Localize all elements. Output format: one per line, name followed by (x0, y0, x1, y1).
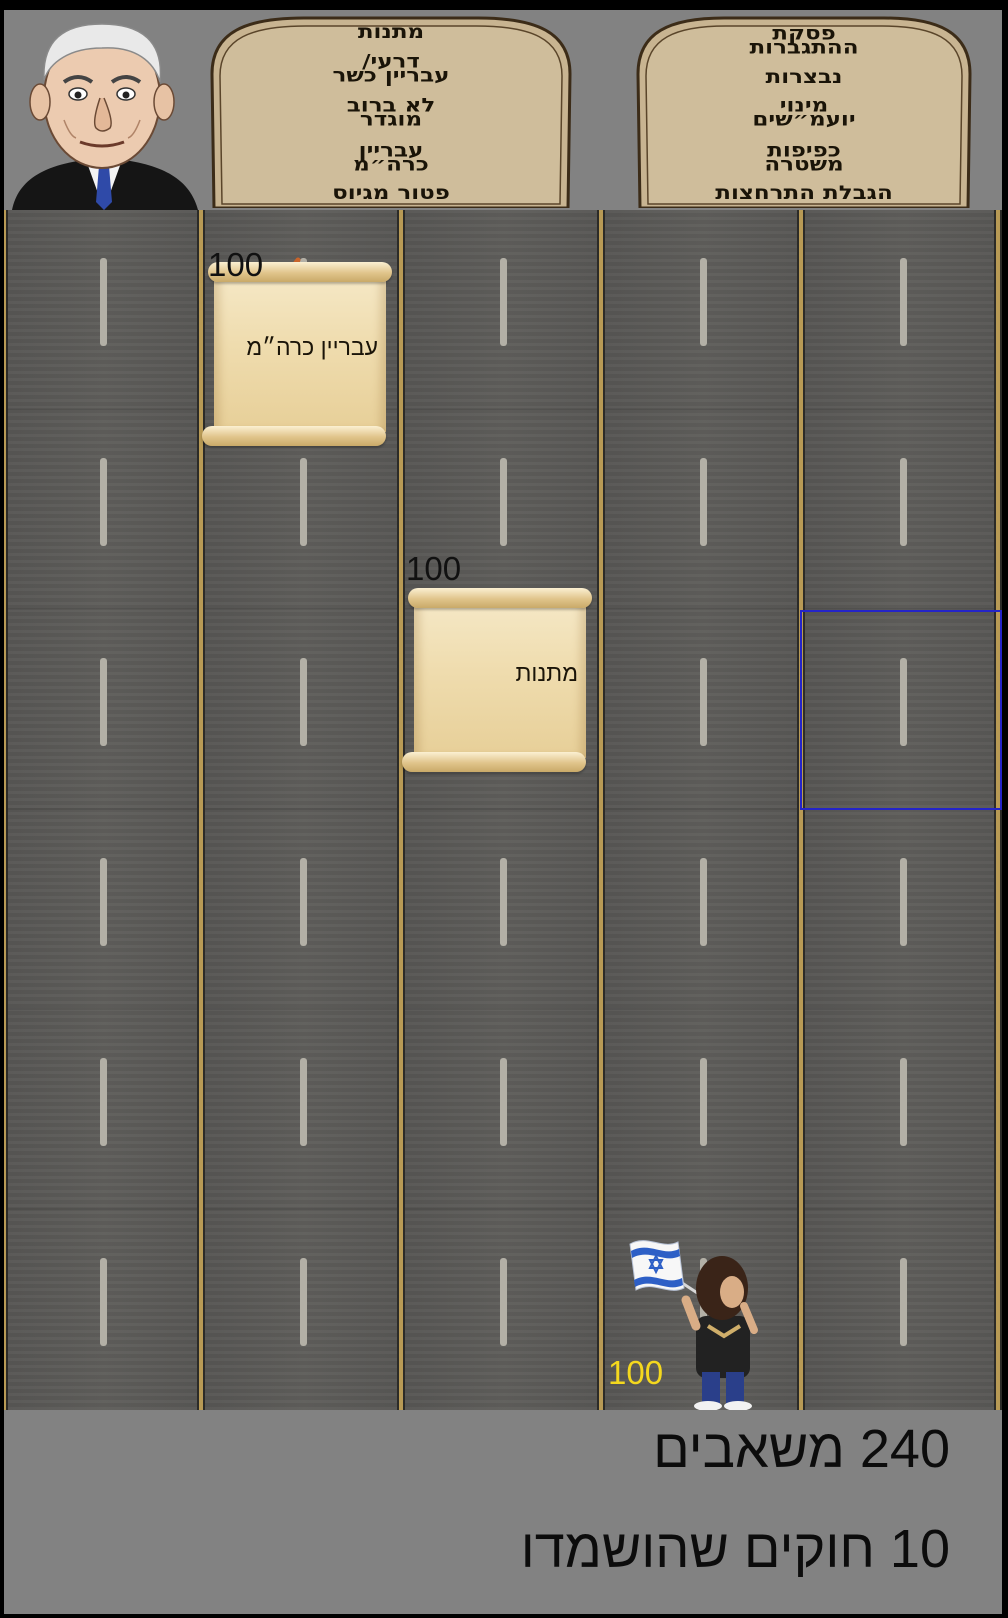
lane-dash (100, 458, 107, 546)
tablet-law: כפיפות משטרה (764, 139, 844, 175)
lane-divider (397, 210, 405, 1410)
lane-dash (900, 258, 907, 346)
law-scroll-enemy[interactable]: מתנות 100 (402, 550, 592, 772)
selected-tile[interactable] (800, 610, 1002, 810)
tablet-law: פטור מגיוס (332, 182, 450, 204)
lane-dash (900, 1258, 907, 1346)
lane-divider (4, 210, 8, 1410)
law-scroll-enemy[interactable]: עבריין כרה״מ 100 (202, 246, 392, 446)
lane-divider (994, 210, 1002, 1410)
lane-dash (300, 858, 307, 946)
lane-3[interactable] (404, 210, 604, 1410)
tablet-law: הגבלת התרחצות (715, 182, 893, 204)
player-hp: 100 (608, 1354, 664, 1391)
lane-dash (500, 458, 507, 546)
tablet-law: מינוי יועמ״שים (752, 94, 856, 131)
laws-tablet: מתנות דרעי/ עבריין כשר לא ברוב מוגדר עבר… (208, 14, 574, 208)
enemy-hp: 100 (406, 550, 462, 587)
lane-dash (900, 1058, 907, 1146)
laws-destroyed-counter: 10 חוקים שהושמדו (520, 1519, 950, 1579)
lane-dash (300, 1058, 307, 1146)
scroll-bottom-rod (202, 426, 386, 446)
lane-dash (100, 1058, 107, 1146)
status-panel: 240 משאבים 10 חוקים שהושמדו (4, 1410, 1002, 1614)
prime-minister-portrait (4, 10, 204, 210)
row-seam (4, 1008, 1002, 1010)
lane-dash (100, 1258, 107, 1346)
enemy-hp: 100 (208, 246, 264, 283)
lane-dash (100, 658, 107, 746)
lane-5[interactable] (804, 210, 1002, 1410)
tablet-law: נבצרות (765, 65, 843, 88)
lane-dash (900, 458, 907, 546)
row-seam (4, 1208, 1002, 1210)
lane-dash (700, 858, 707, 946)
lane-dash (700, 658, 707, 746)
scroll-top-rod (408, 588, 592, 608)
lane-dash (300, 458, 307, 546)
row-seam (4, 408, 1002, 410)
lane-dash (300, 1258, 307, 1346)
lane-dash (700, 1058, 707, 1146)
lane-dash (500, 858, 507, 946)
tablet-law: פסקת ההתגברות (749, 22, 859, 59)
tablet-law: דרעי/ עבריין כשר (332, 50, 450, 86)
scroll-bottom-rod (402, 752, 586, 772)
lane-dash (500, 1258, 507, 1346)
lane-dash (100, 258, 107, 346)
lane-1[interactable] (4, 210, 204, 1410)
lane-dash (100, 858, 107, 946)
lane-dash (700, 458, 707, 546)
player-protester[interactable]: 100 (604, 1230, 804, 1410)
lane-dash (500, 258, 507, 346)
tablet-law: לא ברוב מוגדר (346, 94, 436, 131)
game-header: פסקת ההתגברות נבצרות מינוי יועמ״שים כפיפ… (4, 10, 1002, 210)
resources-counter: 240 משאבים (653, 1419, 950, 1479)
rights-tablet: פסקת ההתגברות נבצרות מינוי יועמ״שים כפיפ… (634, 14, 974, 208)
game-board[interactable]: עבריין כרה״מ 100 מתנות 100 100 (4, 210, 1002, 1410)
lane-dash (300, 658, 307, 746)
game-frame: פסקת ההתגברות נבצרות מינוי יועמ״שים כפיפ… (0, 0, 1008, 1618)
enemy-law-label: עבריין כרה״מ (246, 334, 378, 360)
lane-dash (900, 858, 907, 946)
tablet-law: עבריין כרה״מ (353, 139, 429, 175)
enemy-law-label: מתנות (515, 660, 578, 686)
lane-divider (197, 210, 205, 1410)
tablet-law: מתנות (357, 21, 425, 43)
lane-dash (500, 1058, 507, 1146)
lane-dash (700, 258, 707, 346)
